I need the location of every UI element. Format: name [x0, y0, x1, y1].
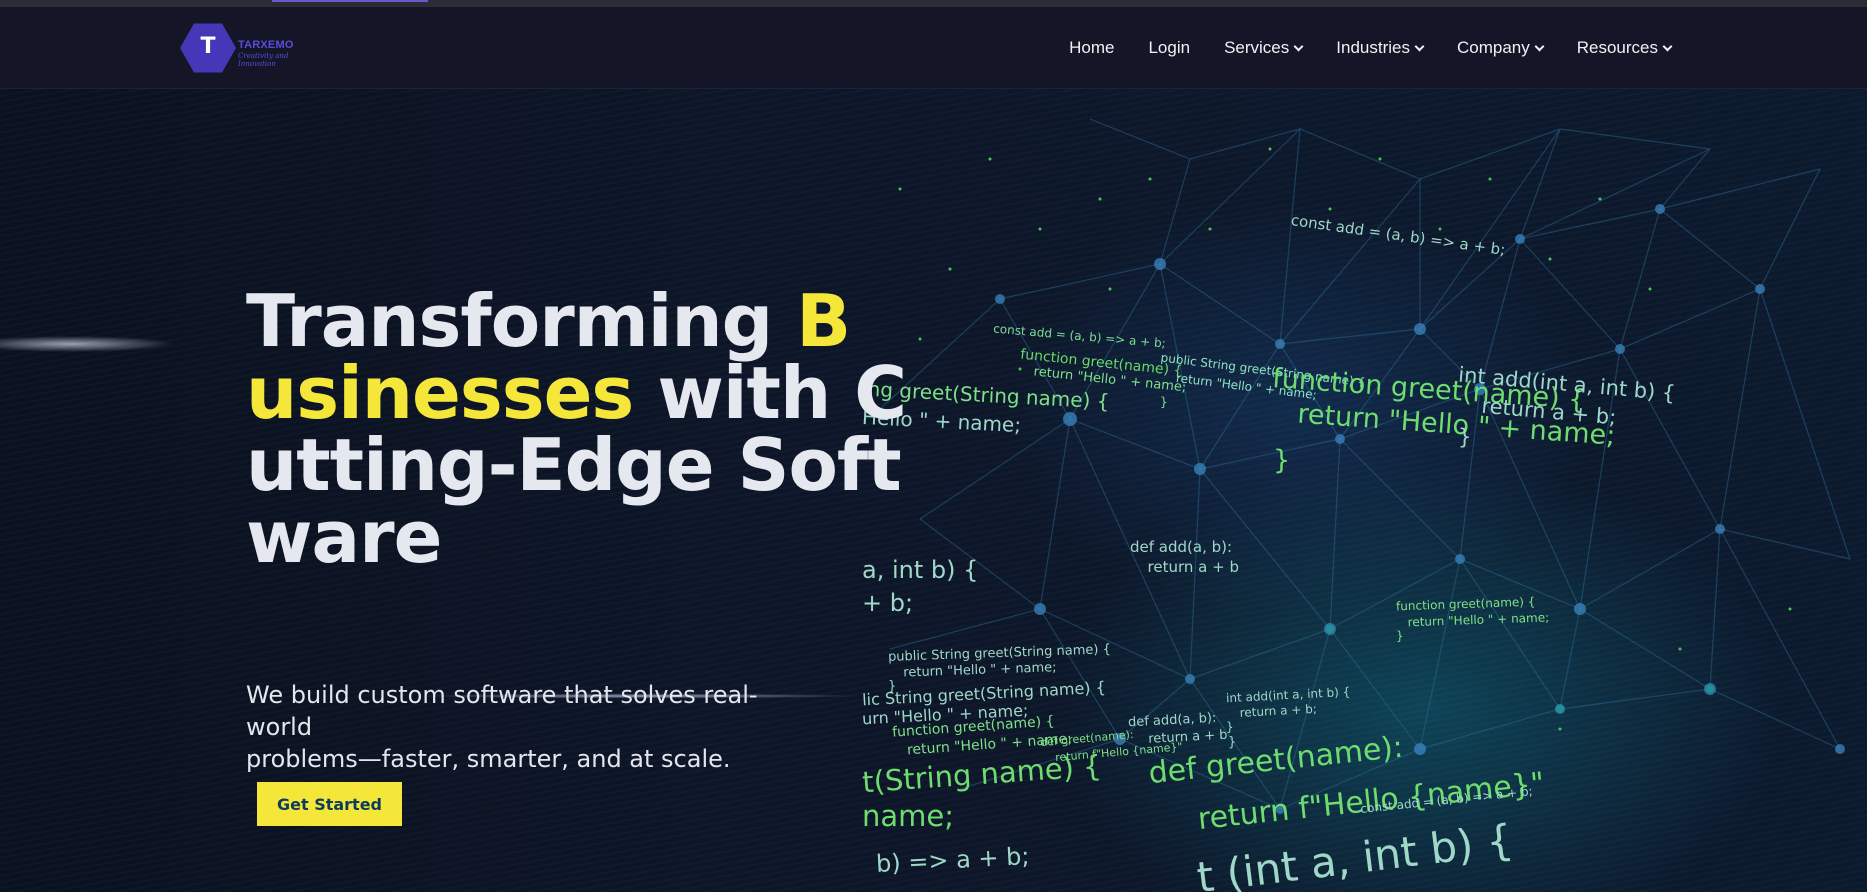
- nav-item-login[interactable]: Login: [1148, 38, 1190, 58]
- code-snippet: }: [1396, 629, 1404, 643]
- code-snippet: }: [1458, 425, 1472, 449]
- code-snippet: return a + b: [1138, 558, 1239, 576]
- subtitle-line: We build custom software that solves rea…: [246, 681, 758, 741]
- nav-item-label: Industries: [1336, 38, 1410, 57]
- chevron-down-icon: [1534, 41, 1545, 51]
- hero-subtitle: We build custom software that solves rea…: [246, 679, 806, 775]
- logo-brand-text: TARXEMO: [238, 39, 294, 51]
- site-logo[interactable]: T TARXEMO Creativity and Innovation: [180, 22, 305, 77]
- nav-item-home[interactable]: Home: [1069, 38, 1114, 58]
- code-snippet: }: [1226, 720, 1234, 734]
- headline-text: ware: [246, 495, 442, 579]
- chevron-down-icon: [1414, 41, 1425, 51]
- code-snippet: a, int b) {: [862, 556, 979, 584]
- chevron-down-icon: [1293, 41, 1304, 51]
- hero-section: const add = (a, b) => a + b; const add =…: [0, 89, 1867, 892]
- logo-mark-icon: T: [200, 34, 216, 59]
- top-navbar: T TARXEMO Creativity and Innovation Home…: [0, 7, 1867, 89]
- nav-item-services[interactable]: Services: [1224, 38, 1304, 58]
- logo-tagline: Creativity and Innovation: [238, 52, 289, 68]
- nav-item-resources[interactable]: Resources: [1576, 38, 1673, 58]
- code-snippet: }: [1160, 395, 1168, 409]
- code-snippet: + b;: [862, 589, 914, 617]
- main-nav: Home Login Services Industries Company R…: [1035, 7, 1673, 89]
- subtitle-line: problems—faster, smarter, and at scale.: [246, 745, 731, 773]
- nav-item-label: Home: [1069, 38, 1115, 57]
- code-snippet: }: [1273, 445, 1291, 476]
- nav-item-label: Login: [1148, 38, 1191, 57]
- hero-headline: Transforming B usinesses with C utting-E…: [246, 285, 907, 579]
- light-streak-decoration: [0, 329, 260, 359]
- code-snippet: name;: [862, 799, 955, 833]
- browser-top-strip: [0, 0, 1867, 7]
- headline-text: utting-Edge Soft: [246, 423, 902, 507]
- nav-item-label: Services: [1224, 38, 1290, 57]
- nav-item-industries[interactable]: Industries: [1336, 38, 1425, 58]
- nav-item-company[interactable]: Company: [1456, 38, 1545, 58]
- active-tab-indicator: [272, 0, 428, 2]
- chevron-down-icon: [1662, 41, 1673, 51]
- code-snippet: def add(a, b):: [1130, 538, 1233, 556]
- get-started-button[interactable]: Get Started: [257, 782, 402, 826]
- nav-item-label: Resources: [1576, 38, 1658, 57]
- nav-item-label: Company: [1456, 38, 1530, 57]
